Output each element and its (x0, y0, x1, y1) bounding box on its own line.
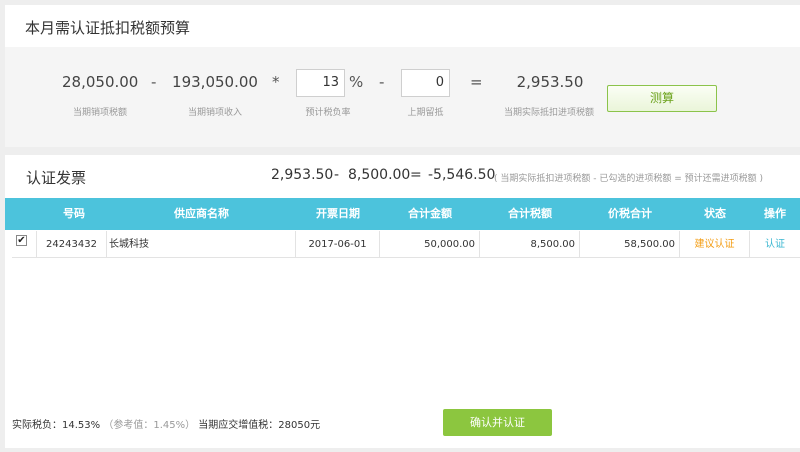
tax-rate-input[interactable]: 13 (296, 69, 345, 97)
actual-rate-text: 实际税负：14.53% (12, 420, 101, 431)
col-number: 号码 (63, 207, 85, 220)
col-tax: 合计税额 (508, 207, 552, 220)
result-value: 2,953.50 (516, 73, 584, 91)
sales-tax-label: 当期销项税额 (72, 108, 127, 118)
formula-c: -5,546.50 (428, 167, 496, 183)
certify-title: 认证发票 (26, 169, 87, 187)
tax-summary: 实际税负：14.53% （参考值：1.45%） 当期应交增值税：28050元 (12, 416, 320, 431)
cell-amount: 50,000.00 (380, 231, 480, 258)
col-action: 操作 (764, 207, 786, 220)
invoice-table-header: 号码 供应商名称 开票日期 合计金额 合计税额 价税合计 状态 操作 (5, 198, 800, 230)
cell-total: 58,500.00 (580, 231, 680, 258)
col-amount: 合计金额 (408, 207, 452, 220)
percent-unit: % (349, 73, 364, 91)
cell-date: 2017-06-01 (296, 231, 380, 258)
carry-over-input[interactable]: 0 (401, 69, 450, 97)
budget-title: 本月需认证抵扣税额预算 (25, 19, 191, 37)
cell-number: 24243432 (37, 231, 107, 258)
formula-op2: = (410, 167, 422, 183)
status-badge: 建议认证 (680, 231, 750, 258)
row-checkbox[interactable]: ✔ (16, 235, 27, 246)
minus-operator: - (151, 73, 157, 91)
vat-due-text: 当期应交增值税：28050元 (198, 420, 321, 431)
sales-income-value: 193,050.00 (172, 73, 258, 91)
cell-supplier: 长城科技 (107, 231, 296, 258)
table-row: ✔ 24243432 长城科技 2017-06-01 50,000.00 8,5… (12, 231, 800, 258)
reference-rate-text: （参考值：1.45%） (103, 420, 196, 431)
formula-note: ( 当期实际抵扣进项税额 - 已勾选的进项税额 = 预计还需进项税额 ) (494, 174, 763, 184)
cell-tax: 8,500.00 (480, 231, 580, 258)
tax-rate-label: 预计税负率 (305, 108, 351, 118)
col-date: 开票日期 (316, 207, 360, 220)
minus-operator-2: - (379, 73, 385, 91)
col-total: 价税合计 (608, 207, 652, 220)
carry-over-label: 上期留抵 (407, 108, 444, 118)
confirm-certify-button[interactable]: 确认并认证 (443, 409, 552, 436)
result-label: 当期实际抵扣进项税额 (503, 108, 594, 118)
formula-a: 2,953.50 (271, 167, 334, 183)
col-status: 状态 (704, 207, 726, 220)
calculate-button[interactable]: 测算 (607, 85, 717, 112)
row-checkbox-cell: ✔ (12, 231, 37, 258)
sales-tax-value: 28,050.00 (62, 73, 139, 91)
sales-income-label: 当期销项收入 (187, 108, 242, 118)
formula-op1: - (334, 167, 340, 183)
col-supplier: 供应商名称 (174, 207, 229, 220)
formula-b: 8,500.00 (348, 167, 411, 183)
equals-operator: = (470, 73, 483, 91)
multiply-operator: * (272, 73, 280, 91)
certify-link[interactable]: 认证 (750, 231, 800, 258)
